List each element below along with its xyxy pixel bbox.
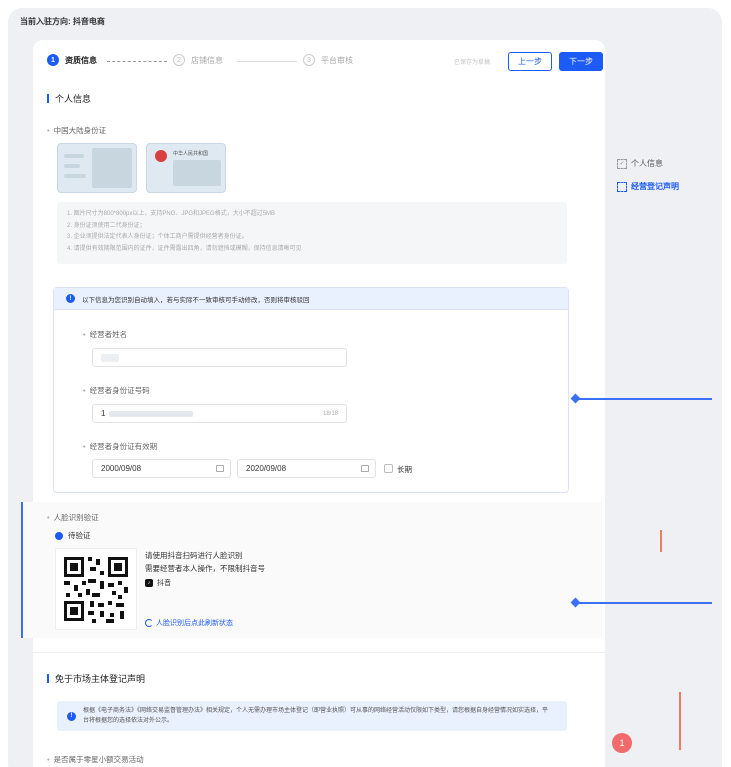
long-term-label: 长期 [397, 465, 412, 474]
verification-status-text: 待验证 [68, 531, 91, 540]
prev-step-button[interactable]: 上一步 [508, 52, 552, 71]
face-instruction-1: 请使用抖音扫码进行人脸识别 [145, 551, 243, 560]
side-nav-personal-info[interactable]: ✓ 个人信息 [617, 158, 663, 169]
validity-start-date-value: 2000/09/08 [101, 464, 142, 473]
face-verification-title: • 人脸识别验证 [47, 513, 99, 522]
step-2-number: 2 [173, 54, 185, 66]
personal-info-title: 个人信息 [47, 92, 91, 105]
exempt-declaration-title: 免于市场主体登记声明 [47, 672, 145, 685]
qr-code [55, 548, 137, 630]
note-line: 4. 请提供有效期限范围内的证件，证件需露出四角，请勿遮挡或模糊，保持信息清晰可… [67, 245, 302, 252]
calendar-icon [361, 465, 369, 472]
side-nav-business-declaration-label: 经营登记声明 [631, 182, 679, 191]
section-bar [47, 674, 49, 683]
id-card-front-image[interactable] [57, 143, 137, 193]
step-3[interactable]: 3 平台审核 [303, 54, 353, 66]
validity-start-date-input[interactable]: 2000/09/08 [92, 459, 231, 478]
step-3-number: 3 [303, 54, 315, 66]
id-number-counter: 18/18 [322, 410, 338, 417]
side-nav-business-declaration[interactable]: 经营登记声明 [617, 181, 679, 192]
operator-name-input[interactable] [92, 348, 347, 367]
exempt-notice-text: 根据《电子商务法》《网络交易监督管理办法》相关规定，个人无需办理市场主体登记（即… [83, 708, 549, 724]
info-icon: ! [67, 711, 76, 721]
auto-fill-banner: ! 以下信息为您识别自动填入，若与实际不一致审核可手动修改，否则将审核驳回 [54, 288, 568, 310]
section-anchor-icon: ✓ [617, 158, 627, 169]
small-trade-question-text: 是否属于零星小额交易活动 [53, 755, 144, 764]
id-number-input[interactable]: 1 18/18 [92, 404, 347, 423]
next-step-button[interactable]: 下一步 [559, 52, 603, 71]
info-icon: ! [66, 294, 75, 303]
step-2-label: 店铺信息 [191, 55, 223, 65]
step-1[interactable]: 1 资质信息 [47, 54, 97, 66]
verification-status: 待验证 [55, 530, 91, 541]
id-validity-label: • 经营者身份证有效期 [83, 442, 158, 451]
section-bar [47, 94, 49, 103]
refresh-status-text: 人脸识别后点此刷新状态 [156, 620, 233, 627]
step-1-label: 资质信息 [65, 55, 97, 65]
redacted-name [101, 353, 119, 362]
annotation-line [576, 602, 712, 604]
note-line: 2. 身份证须使用二代身份证； [67, 222, 146, 229]
section-anchor-icon [617, 181, 627, 192]
personal-info-title-text: 个人信息 [55, 94, 92, 104]
notification-badge[interactable]: 1 [612, 733, 632, 753]
auto-fill-banner-text: 以下信息为您识别自动填入，若与实际不一致审核可手动修改，否则将审核驳回 [82, 296, 310, 304]
validity-end-date-value: 2020/09/08 [246, 464, 287, 473]
long-term-checkbox[interactable] [384, 464, 393, 473]
id-card-back-title: 中华人民共和国 [173, 151, 209, 157]
step-indicator: 1 资质信息 2 店铺信息 3 平台审核 已保存为草稿 上一步 下一步 [47, 52, 603, 71]
redacted-id-number [109, 410, 194, 417]
operator-name-label: • 经营者姓名 [83, 330, 128, 339]
id-number-prefix: 1 [101, 409, 106, 418]
entry-direction: 当前入驻方向: 抖音电商 [20, 17, 105, 26]
annotation-line [576, 398, 712, 400]
national-emblem-icon [155, 150, 167, 162]
operator-name-label-text: 经营者姓名 [89, 330, 128, 339]
annotation-red-line [660, 530, 662, 552]
refresh-status-link[interactable]: 人脸识别后点此刷新状态 [145, 618, 233, 628]
note-line: 3. 企业须提供法定代表人身份证；个体工商户需提供经营者身份证。 [67, 234, 248, 240]
upload-notes: 1. 图片尺寸为800*800px以上，支持PNG、JPG和JPEG格式，大小不… [57, 202, 567, 264]
section-divider [33, 652, 605, 653]
annotation-red-line [679, 692, 681, 750]
id-validity-label-text: 经营者身份证有效期 [89, 442, 158, 451]
step-3-label: 平台审核 [321, 55, 353, 65]
exempt-notice: ! 根据《电子商务法》《网络交易监督管理办法》相关规定，个人无需办理市场主体登记… [57, 701, 567, 731]
form-card: 1 资质信息 2 店铺信息 3 平台审核 已保存为草稿 上一步 下一步 个人信息… [21, 40, 605, 767]
pending-icon [55, 531, 63, 540]
douyin-icon: ♪ [145, 579, 153, 587]
section-highlight-bar [21, 502, 23, 638]
note-line: 1. 图片尺寸为800*800px以上，支持PNG、JPG和JPEG格式，大小不… [67, 211, 276, 217]
step-connector [107, 61, 167, 62]
step-connector [237, 61, 297, 62]
refresh-icon [145, 619, 153, 627]
id-card-back-image[interactable]: 中华人民共和国 [146, 143, 226, 193]
step-2[interactable]: 2 店铺信息 [173, 54, 223, 66]
small-trade-question: • 是否属于零星小额交易活动 [47, 755, 144, 764]
draft-status: 已保存为草稿 [454, 60, 491, 66]
calendar-icon [216, 465, 224, 472]
exempt-declaration-title-text: 免于市场主体登记声明 [55, 674, 146, 684]
step-1-number: 1 [47, 54, 59, 66]
face-instruction-2: 需要经营者本人操作，不限制抖音号 [145, 564, 265, 573]
face-verification-title-text: 人脸识别验证 [53, 513, 99, 522]
douyin-app-label: ♪ 抖音 [145, 578, 171, 588]
id-card-label: • 中国大陆身份证 [47, 126, 107, 135]
id-number-label: • 经营者身份证号码 [83, 386, 150, 395]
id-number-label-text: 经营者身份证号码 [89, 386, 150, 395]
validity-end-date-input[interactable]: 2020/09/08 [237, 459, 376, 478]
side-nav-personal-info-label: 个人信息 [631, 159, 663, 168]
douyin-app-name: 抖音 [157, 580, 171, 587]
id-card-label-text: 中国大陆身份证 [53, 126, 107, 135]
